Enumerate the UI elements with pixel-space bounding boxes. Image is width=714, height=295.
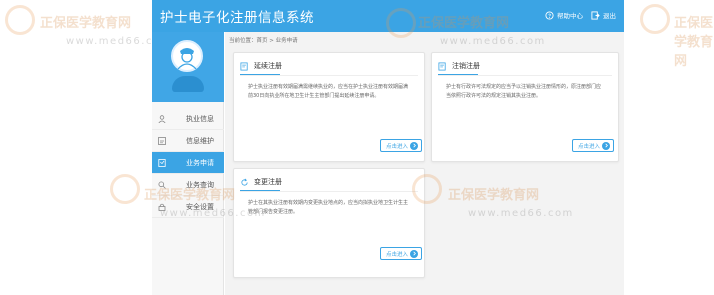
cancel-description: 护士有行政许可法规定的应当予以注销执业注册情形的，原注册部门应当依照行政许可法的… (446, 84, 602, 99)
refresh-icon (241, 178, 248, 186)
card-title-underline (240, 74, 280, 75)
watermark-logo-icon (640, 4, 670, 34)
watermark-logo-icon (110, 174, 140, 204)
watermark-brand: 正保医学教育网 (40, 16, 132, 31)
enter-button-label: 点击进入 (386, 251, 409, 258)
sidebar-menu: 执业信息 信息维护 业务申请 业务查询 安全设置 (152, 108, 224, 218)
arrow-right-icon (412, 251, 416, 256)
app-title: 护士电子化注册信息系统 (160, 10, 314, 26)
card-divider (438, 75, 612, 76)
help-center-label: 帮助中心 (557, 12, 583, 20)
top-header-bar: 护士电子化注册信息系统 帮助中心 退出 (152, 0, 624, 32)
lock-icon (158, 203, 166, 211)
sidebar-item-label: 信息维护 (186, 136, 214, 145)
change-description: 护士在其执业注册有效期内变更执业地点的，应当向拟执业地卫生计生主管部门报告变更注… (248, 200, 409, 215)
sidebar-item-label: 执业信息 (186, 114, 214, 123)
renew-description: 护士执业注册有效期届满需继续执业的，应当在护士执业注册有效期届满前30日向执业所… (248, 84, 409, 99)
sidebar: 执业信息 信息维护 业务申请 业务查询 安全设置 (152, 32, 224, 295)
help-icon (545, 10, 554, 20)
cancel-title: 注销注册 (452, 62, 480, 70)
help-center-link[interactable]: 帮助中心 (545, 10, 583, 20)
sidebar-item-business-query[interactable]: 业务查询 (152, 174, 224, 196)
sidebar-item-security-settings[interactable]: 安全设置 (152, 196, 224, 218)
sidebar-item-label: 业务查询 (186, 180, 214, 189)
watermark-logo-icon (5, 5, 35, 35)
card-title: 变更注册 (240, 177, 282, 187)
card-title-underline (438, 74, 478, 75)
cancel-registration-card: 注销注册 护士有行政许可法规定的应当予以注销执业注册情形的，原注册部门应当依照行… (431, 52, 619, 162)
logout-label: 退出 (603, 12, 616, 20)
logout-link[interactable]: 退出 (591, 10, 616, 20)
nurse-avatar-icon (177, 48, 197, 70)
card-title: 延续注册 (240, 61, 282, 71)
renew-title: 延续注册 (254, 62, 282, 70)
card-divider (240, 75, 418, 76)
sidebar-item-label: 业务申请 (186, 158, 214, 167)
avatar-shoulders (172, 76, 204, 92)
watermark-brand: 正保医学教育网 (674, 16, 714, 69)
change-enter-button[interactable]: 点击进入 (380, 247, 422, 260)
enter-button-label: 点击进入 (386, 143, 409, 150)
user-icon (158, 114, 166, 123)
avatar (171, 40, 203, 72)
doc-edit-icon (438, 61, 446, 71)
search-icon (158, 180, 166, 189)
card-title-underline (240, 190, 280, 191)
sidebar-item-info-maintenance[interactable]: 信息维护 (152, 130, 224, 152)
sidebar-item-business-apply[interactable]: 业务申请 (152, 152, 224, 174)
breadcrumb: 当前位置：首页 > 业务申请 (229, 38, 298, 44)
document-icon (158, 158, 166, 167)
renew-registration-card: 延续注册 护士执业注册有效期届满需继续执业的，应当在护士执业注册有效期届满前30… (233, 52, 425, 162)
arrow-right-icon (412, 143, 416, 148)
enter-button-label: 点击进入 (578, 143, 601, 150)
renew-enter-button[interactable]: 点击进入 (380, 139, 422, 152)
profile-panel (152, 32, 224, 102)
change-title: 变更注册 (254, 178, 282, 186)
main-content: 当前位置：首页 > 业务申请 延续注册 护士执业注册有效期届满需继续执业的，应当… (225, 32, 624, 295)
sidebar-item-practice-info[interactable]: 执业信息 (152, 108, 224, 130)
change-registration-card: 变更注册 护士在其执业注册有效期内变更执业地点的，应当向拟执业地卫生计生主管部门… (233, 168, 425, 278)
sidebar-item-label: 安全设置 (186, 202, 214, 211)
doc-edit-icon (240, 61, 248, 71)
card-divider (240, 191, 418, 192)
logout-icon (591, 10, 600, 20)
arrow-right-icon (604, 143, 608, 148)
card-title: 注销注册 (438, 61, 480, 71)
cancel-enter-button[interactable]: 点击进入 (572, 139, 614, 152)
edit-icon (158, 136, 166, 145)
